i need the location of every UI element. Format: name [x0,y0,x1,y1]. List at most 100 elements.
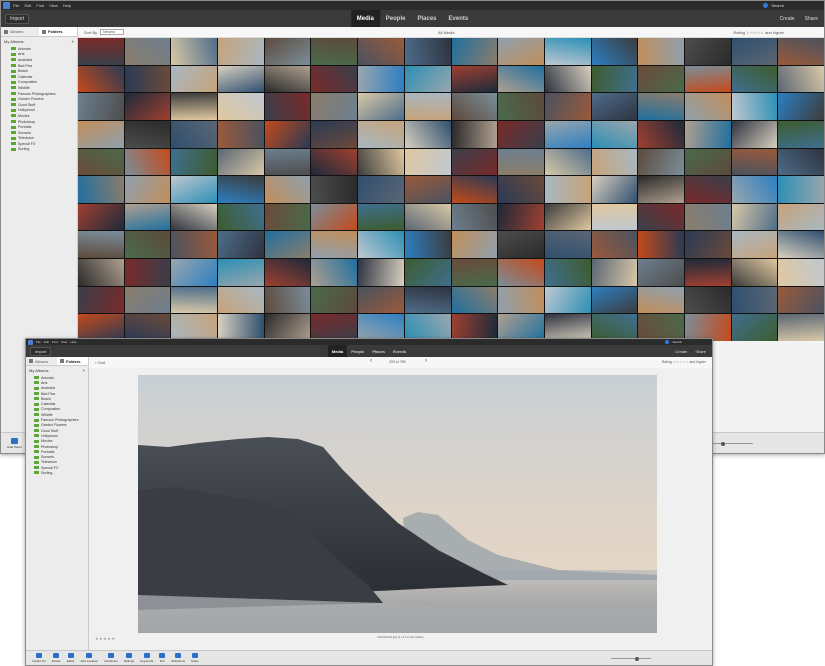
media-thumbnail[interactable] [544,148,591,176]
search-button[interactable]: Search [763,2,784,8]
media-thumbnail[interactable] [778,286,824,314]
media-thumbnail[interactable] [544,231,591,259]
media-thumbnail[interactable] [264,176,311,203]
media-thumbnail[interactable] [638,65,684,93]
media-thumbnail[interactable] [358,65,404,93]
media-thumbnail[interactable] [544,314,591,341]
hide-panel-button[interactable]: Hide Panel [7,437,22,449]
media-thumbnail[interactable] [218,38,264,65]
tab-events[interactable]: Events [443,10,475,27]
media-thumbnail[interactable] [124,314,171,341]
media-thumbnail[interactable] [638,203,684,231]
instant-fix-button[interactable]: Instant Fix [32,653,46,663]
tab-media[interactable]: Media [327,345,348,357]
media-thumbnail[interactable] [498,65,544,93]
ratings-button[interactable]: Ratings [124,653,134,663]
media-thumbnail[interactable] [124,93,171,120]
media-thumbnail[interactable] [218,314,264,341]
media-thumbnail[interactable] [404,120,451,148]
media-thumbnail[interactable] [591,286,638,314]
location-button[interactable]: Add Location [81,653,98,663]
media-thumbnail[interactable] [544,65,591,93]
media-thumbnail[interactable] [171,231,218,259]
zoom-slider[interactable] [713,441,753,446]
menu-file[interactable]: File [36,340,41,344]
media-thumbnail[interactable] [218,231,264,259]
media-thumbnail[interactable] [78,93,124,120]
media-thumbnail[interactable] [591,176,638,203]
media-thumbnail[interactable] [544,203,591,231]
add-album-icon[interactable]: + [83,368,85,373]
media-thumbnail[interactable] [264,314,311,341]
media-thumbnail[interactable] [358,93,404,120]
media-thumbnail[interactable] [498,176,544,203]
menu-edit[interactable]: Edit [24,3,31,8]
media-thumbnail[interactable] [731,231,778,259]
share-button[interactable]: Share [191,653,199,663]
editor-button[interactable]: Editor [67,653,75,663]
media-thumbnail[interactable] [311,259,358,286]
tab-people[interactable]: People [380,10,412,27]
keywords-button[interactable]: Keywords [140,653,153,663]
media-thumbnail[interactable] [358,231,404,259]
media-thumbnail[interactable] [544,259,591,286]
sidebar-tab-folders[interactable]: Folders [39,27,77,36]
zoom-knob[interactable] [635,656,639,661]
media-thumbnail[interactable] [544,120,591,148]
slideshow-button[interactable]: Slideshow [171,653,185,663]
media-thumbnail[interactable] [451,203,498,231]
media-thumbnail[interactable] [124,203,171,231]
media-thumbnail[interactable] [171,148,218,176]
media-thumbnail[interactable] [124,148,171,176]
media-thumbnail[interactable] [124,120,171,148]
media-thumbnail[interactable] [311,65,358,93]
media-thumbnail[interactable] [218,176,264,203]
media-thumbnail[interactable] [731,286,778,314]
previous-photo-icon[interactable]: ‹ [370,358,372,364]
media-thumbnail[interactable] [731,314,778,341]
media-thumbnail[interactable] [638,176,684,203]
media-thumbnail[interactable] [358,286,404,314]
media-thumbnail[interactable] [778,93,824,120]
media-thumbnail[interactable] [264,231,311,259]
media-thumbnail[interactable] [264,259,311,286]
media-thumbnail[interactable] [218,286,264,314]
media-thumbnail[interactable] [451,231,498,259]
media-thumbnail[interactable] [684,231,731,259]
media-thumbnail[interactable] [78,259,124,286]
media-thumbnail[interactable] [451,93,498,120]
media-thumbnail[interactable] [731,38,778,65]
media-thumbnail[interactable] [591,148,638,176]
menu-find[interactable]: Find [52,340,58,344]
media-thumbnail[interactable] [451,314,498,341]
zoom-slider[interactable] [611,656,651,661]
media-thumbnail[interactable] [498,148,544,176]
media-thumbnail[interactable] [591,93,638,120]
media-thumbnail[interactable] [404,259,451,286]
media-thumbnail[interactable] [404,38,451,65]
tab-media[interactable]: Media [350,10,380,27]
media-thumbnail[interactable] [404,93,451,120]
media-thumbnail[interactable] [591,65,638,93]
media-thumbnail[interactable] [684,65,731,93]
media-thumbnail[interactable] [498,203,544,231]
media-thumbnail[interactable] [404,148,451,176]
media-thumbnail[interactable] [358,314,404,341]
media-thumbnail[interactable] [731,65,778,93]
tab-places[interactable]: Places [368,345,389,357]
rotate-button[interactable]: Rotate [52,653,61,663]
media-thumbnail[interactable] [684,148,731,176]
media-thumbnail[interactable] [124,38,171,65]
media-thumbnail[interactable] [684,286,731,314]
media-thumbnail[interactable] [498,120,544,148]
media-thumbnail[interactable] [78,120,124,148]
media-thumbnail[interactable] [498,231,544,259]
media-thumbnail[interactable] [778,65,824,93]
media-thumbnail[interactable] [311,314,358,341]
media-thumbnail[interactable] [311,38,358,65]
import-button[interactable]: Import [5,13,30,24]
media-thumbnail[interactable] [451,65,498,93]
sidebar-tab-albums[interactable]: Albums [1,27,39,36]
media-thumbnail[interactable] [778,120,824,148]
media-thumbnail[interactable] [171,93,218,120]
